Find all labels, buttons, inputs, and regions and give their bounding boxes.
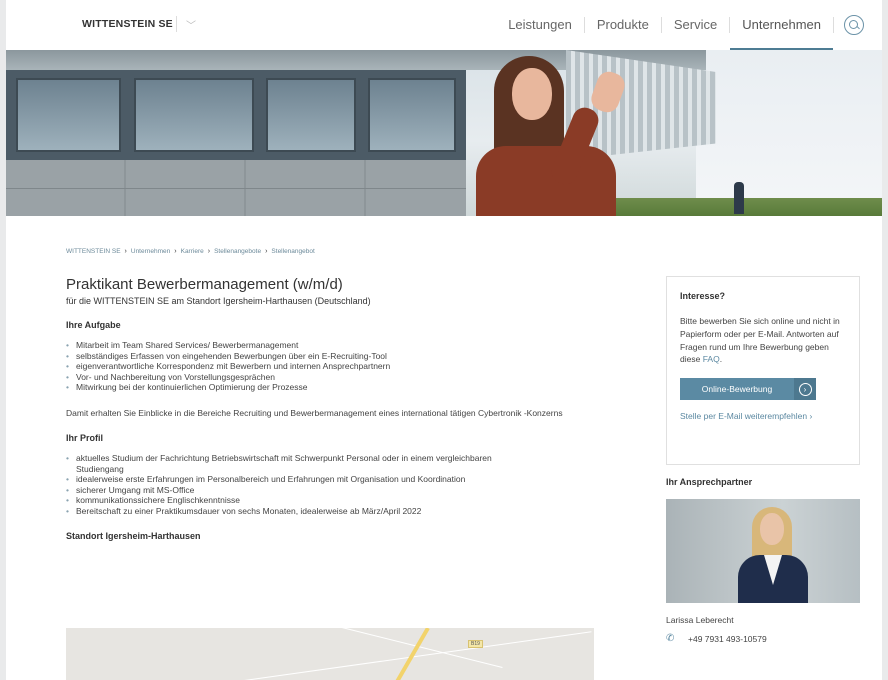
list-item: Mitarbeit im Team Shared Services/ Bewer… [66, 340, 606, 351]
nav-divider [833, 17, 834, 33]
profile-list: aktuelles Studium der Fachrichtung Betri… [66, 453, 606, 517]
list-item: Vor- und Nachbereitung von Vorstellungsg… [66, 372, 606, 383]
arrow-right-glyph: › [798, 382, 812, 396]
insight-text: Damit erhalten Sie Einblicke in die Bere… [66, 407, 563, 418]
sidebar: Interesse? Bitte bewerben Sie sich onlin… [666, 276, 860, 644]
map-road [68, 631, 592, 680]
brand-selector[interactable]: WITTENSTEIN SE [82, 18, 173, 30]
chevron-right-icon: › [207, 248, 211, 255]
hero-sky [696, 50, 882, 216]
nav-leistungen[interactable]: Leistungen [496, 0, 584, 50]
interest-box: Interesse? Bitte bewerben Sie sich onlin… [666, 276, 860, 465]
nav-unternehmen[interactable]: Unternehmen [730, 0, 833, 50]
interest-text: Bitte bewerben Sie sich online und nicht… [680, 315, 847, 366]
list-item: Mitwirkung bei der kontinuierlichen Opti… [66, 382, 606, 393]
phone-icon: ✆ [666, 633, 675, 644]
search-icon[interactable] [844, 15, 864, 35]
breadcrumb-item[interactable]: Unternehmen [131, 248, 170, 255]
hero-person-background [734, 182, 744, 214]
location-heading: Standort Igersheim-Harthausen [66, 530, 201, 541]
main-nav: Leistungen Produkte Service Unternehmen [496, 0, 864, 50]
interest-suffix: . [719, 354, 723, 365]
arrow-right-icon: › [794, 378, 816, 401]
list-item: Bereitschaft zu einer Praktikumsdauer vo… [66, 506, 606, 517]
hero-wall-line [6, 188, 466, 189]
list-item: idealerweise erste Erfahrungen im Person… [66, 474, 606, 485]
list-item: kommunikationssichere Englischkenntnisse [66, 495, 606, 506]
brand-divider [176, 16, 177, 32]
online-application-button[interactable]: Online-Bewerbung › [680, 378, 816, 401]
nav-produkte[interactable]: Produkte [585, 0, 661, 50]
contact-heading: Ihr Ansprechpartner [666, 477, 753, 487]
recommend-by-email-link[interactable]: Stelle per E-Mail weiterempfehlen › [680, 411, 847, 421]
breadcrumb: WITTENSTEIN SE › Unternehmen › Karriere … [66, 248, 315, 255]
hero-image [6, 50, 882, 216]
job-subtitle: für die WITTENSTEIN SE am Standort Igers… [66, 296, 371, 306]
tasks-list: Mitarbeit im Team Shared Services/ Bewer… [66, 340, 606, 393]
map-road-badge: B19 [468, 640, 483, 648]
chevron-right-icon: › [265, 248, 268, 255]
apply-label: Online-Bewerbung [701, 384, 773, 395]
faq-link[interactable]: FAQ [703, 354, 720, 364]
list-item: selbständiges Erfassen von eingehenden B… [66, 351, 606, 362]
location-map[interactable]: B19 [66, 628, 594, 680]
breadcrumb-item[interactable]: Stellenangebote [214, 248, 261, 255]
contact-phone: ✆ +49 7931 493-10579 [666, 633, 860, 645]
contact-name: Larissa Leberecht [666, 615, 734, 625]
list-item: sicherer Umgang mit MS-Office [66, 485, 606, 496]
interest-heading: Interesse? [680, 291, 726, 301]
hero-person [476, 50, 646, 216]
chevron-right-icon: › [124, 248, 127, 255]
list-item: eigenverantwortliche Korrespondenz mit B… [66, 361, 606, 372]
breadcrumb-current: Stellenangebot [271, 248, 315, 255]
nav-service[interactable]: Service [662, 0, 729, 50]
list-item: aktuelles Studium der Fachrichtung Betri… [66, 453, 536, 474]
site-header: WITTENSTEIN SE ﹀ Leistungen Produkte Ser… [6, 0, 882, 50]
breadcrumb-item[interactable]: Karriere [181, 248, 204, 255]
chevron-down-icon[interactable]: ﹀ [186, 17, 196, 32]
breadcrumb-item[interactable]: WITTENSTEIN SE [66, 248, 121, 255]
profile-heading: Ihr Profil [66, 432, 104, 443]
contact-photo [666, 499, 860, 603]
page-title: Praktikant Bewerbermanagement (w/m/d) [66, 276, 343, 293]
chevron-right-icon: › [174, 248, 177, 255]
phone-number[interactable]: +49 7931 493-10579 [688, 634, 767, 644]
tasks-heading: Ihre Aufgabe [66, 320, 121, 330]
hero-building-windows [6, 70, 466, 160]
job-description: Praktikant Bewerbermanagement (w/m/d) fü… [66, 276, 606, 680]
